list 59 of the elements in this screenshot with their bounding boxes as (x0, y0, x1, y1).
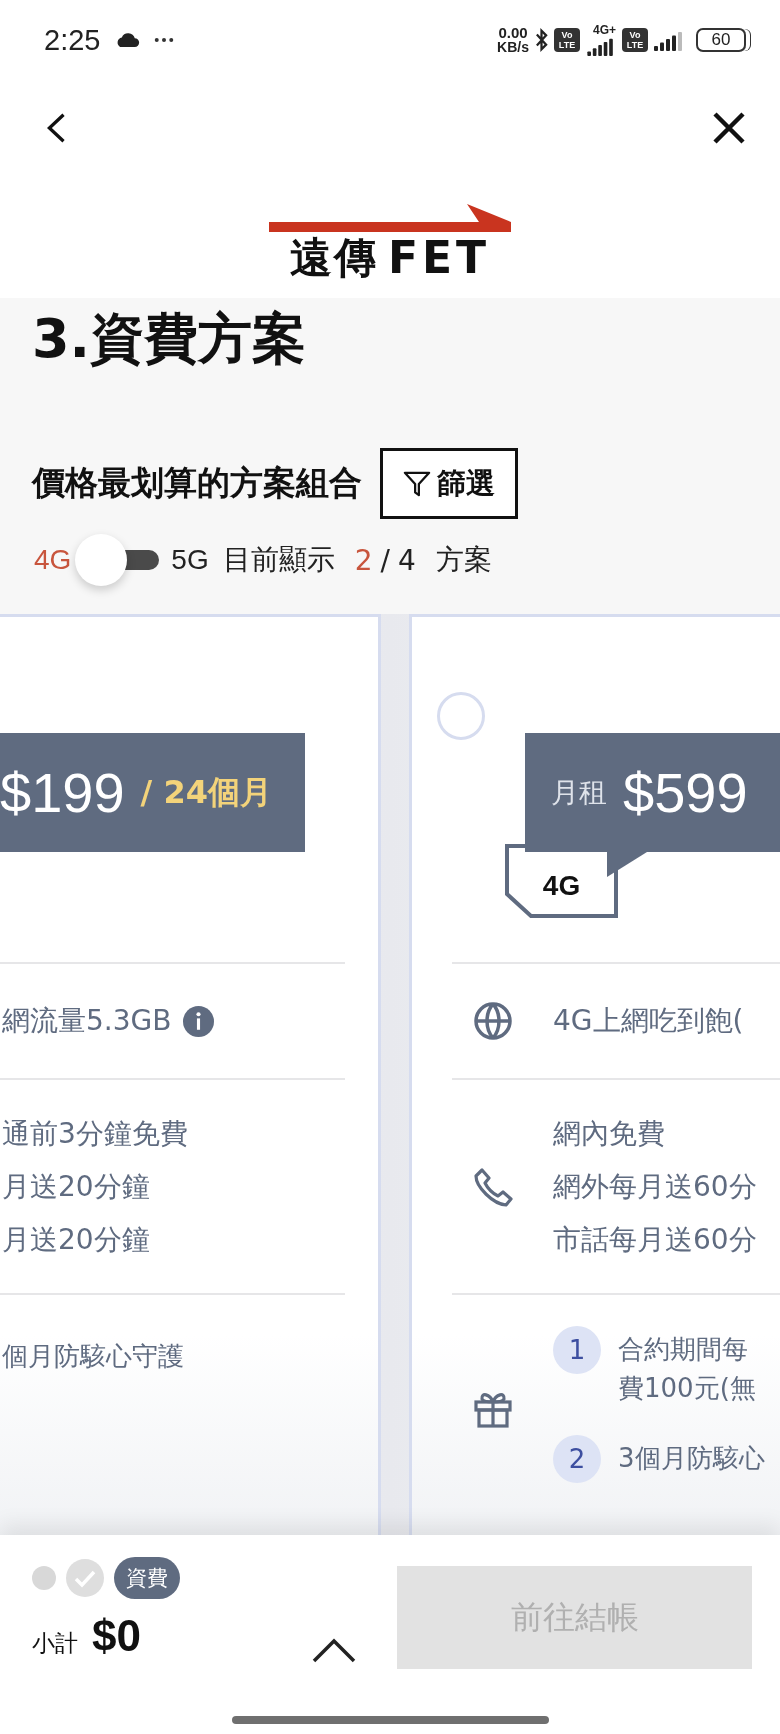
volte-text: Vo (629, 30, 641, 40)
battery-level: 60 (711, 31, 731, 49)
shown-count: 2 (354, 543, 373, 577)
step-badge: 資費 (114, 1557, 180, 1599)
gift-text: 3個月防駭心 (618, 1442, 765, 1475)
filter-icon (403, 469, 431, 498)
network-toggle[interactable] (75, 534, 160, 586)
gift-text: 費100元(無 (618, 1372, 756, 1405)
volte-text: Vo (561, 30, 573, 40)
network-type: 4G+ (593, 24, 616, 36)
logo-text: FET (387, 234, 491, 282)
subtotal-label: 小計 (32, 1629, 78, 1658)
plan-card[interactable]: 月租 $599 4G 4G上網吃到飽( 網內免費 網外每月送60分 市話每月送60分 1 合約期間每 費100元(無 2 3個月防駭心 (409, 614, 780, 1535)
feature-text: 通前3分鐘免費 (2, 1116, 188, 1152)
plan-card[interactable]: $199 / 24個月 網流量5.3GB 通前3分鐘免費 月送20分鐘 月送20分鐘 個月防駭心守護 (0, 614, 381, 1535)
radio-button[interactable] (437, 692, 485, 740)
filter-button[interactable]: 篩選 (380, 448, 518, 519)
feature-text: 市話每月送60分 (553, 1222, 757, 1258)
section-heading: 價格最划算的方案組合 (32, 462, 362, 504)
close-icon[interactable] (712, 111, 746, 145)
logo-text: 遠傳 (289, 234, 378, 282)
bluetooth-icon (535, 28, 548, 52)
price-label: 月租 (551, 774, 607, 811)
feature-text: 4G上網吃到飽( (553, 1003, 744, 1039)
signal-icon (654, 29, 684, 51)
logo-arrow-icon (269, 202, 511, 232)
number-badge: 2 (553, 1435, 601, 1483)
total-count: 4 (398, 543, 416, 577)
step-dot (32, 1566, 56, 1590)
speed-unit: KB/s (497, 40, 529, 55)
network-label: 4G (34, 544, 72, 576)
subtotal-amount: $0 (92, 1611, 141, 1661)
term-text: / 24個月 (140, 771, 272, 813)
price-text: $199 (0, 762, 125, 823)
globe-icon (473, 1001, 513, 1041)
feature-text: 月送20分鐘 (2, 1222, 151, 1258)
feature-text: 網內免費 (553, 1116, 666, 1152)
chevron-up-icon[interactable] (312, 1637, 356, 1663)
phone-icon (473, 1166, 513, 1207)
gift-text: 個月防駭心守護 (2, 1339, 184, 1373)
volte-text: LTE (558, 40, 576, 50)
feature-text: 月送20分鐘 (2, 1169, 151, 1205)
status-time: 2:25 (44, 23, 101, 57)
volte-text: LTE (626, 40, 644, 50)
count-separator: / (380, 543, 390, 577)
price-text: $599 (623, 762, 748, 823)
gift-text: 合約期間每 (618, 1333, 749, 1366)
network-speed: 0.00 (498, 25, 528, 40)
feature-text: 網流量5.3GB (2, 1003, 172, 1039)
count-label: 目前顯示 (222, 542, 335, 578)
network-label: 5G (171, 544, 209, 576)
more-icon (154, 37, 175, 43)
page-title: 3.資費方案 (32, 308, 308, 370)
number-badge: 1 (553, 1326, 601, 1374)
signal-icon (586, 36, 616, 56)
info-icon[interactable] (183, 1005, 215, 1037)
check-icon (66, 1559, 104, 1597)
feature-text: 網外每月送60分 (553, 1169, 757, 1205)
count-label: 方案 (435, 542, 492, 578)
